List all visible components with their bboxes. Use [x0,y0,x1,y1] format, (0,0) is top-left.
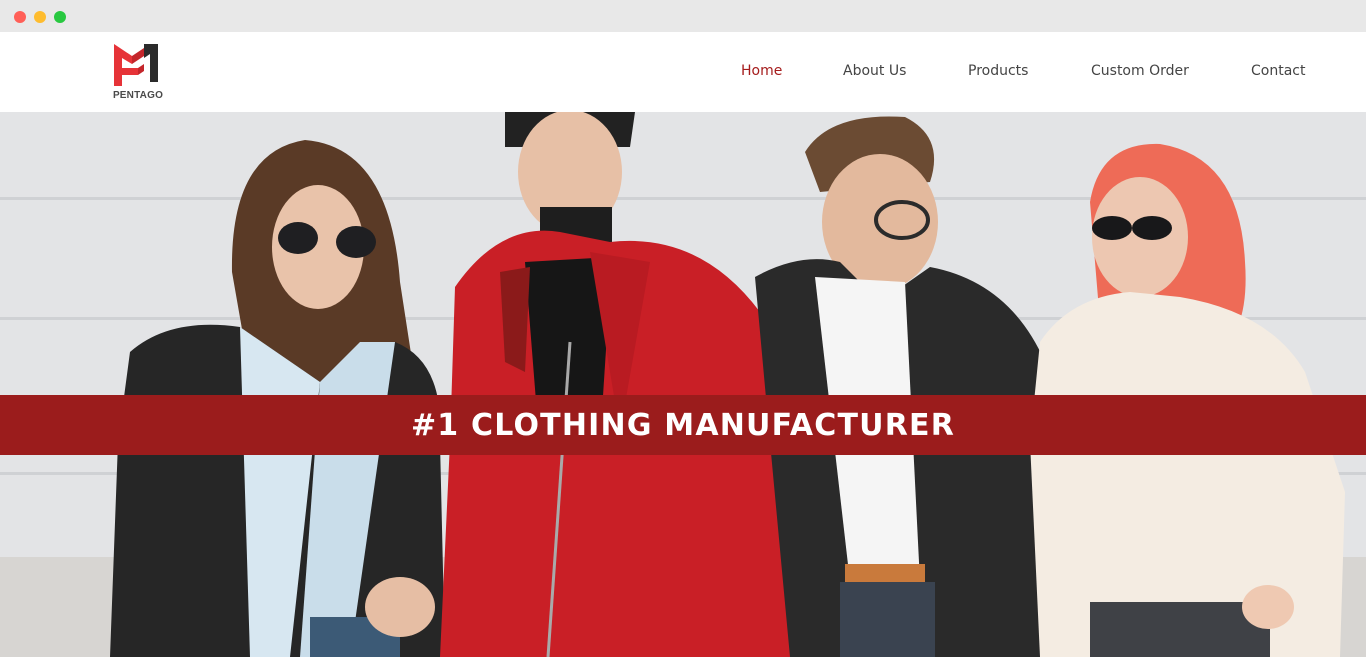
hero-photo [0,112,1366,657]
pentago-logo-mark-icon [114,44,158,86]
minimize-window-button[interactable] [34,11,46,23]
hero-section: #1 CLOTHING MANUFACTURER [0,112,1366,657]
nav-contact[interactable]: Contact [1251,63,1305,79]
nav-custom-order[interactable]: Custom Order [1091,63,1189,79]
nav-home[interactable]: Home [741,63,782,79]
close-window-button[interactable] [14,11,26,23]
site-header: PENTAGO Home About Us Products Custom Or… [0,32,1366,112]
nav-about-us[interactable]: About Us [843,63,906,79]
maximize-window-button[interactable] [54,11,66,23]
hero-headline-banner: #1 CLOTHING MANUFACTURER [0,395,1366,455]
hero-headline: #1 CLOTHING MANUFACTURER [410,407,956,443]
logo-wordmark: PENTAGO [112,90,164,101]
browser-window-bar [0,0,1366,32]
nav-products[interactable]: Products [968,63,1028,79]
pentago-logo[interactable]: PENTAGO [108,42,168,104]
